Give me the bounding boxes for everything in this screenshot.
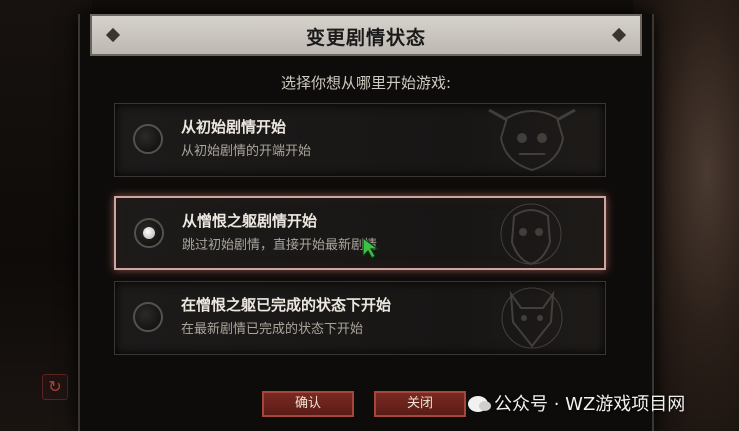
confirm-button[interactable]: 确认	[262, 391, 354, 417]
radio-dot	[143, 227, 155, 239]
watermark-text: 公众号 · WZ游戏项目网	[494, 394, 686, 415]
option-description: 从初始剧情的开端开始	[181, 144, 312, 159]
radio-button[interactable]	[133, 124, 163, 154]
refresh-icon[interactable]: ↻	[42, 374, 68, 400]
option-description: 在最新剧情已完成的状态下开始	[181, 322, 364, 337]
option-title: 在憎恨之躯已完成的状态下开始	[181, 296, 392, 314]
radio-button-selected[interactable]	[134, 218, 164, 248]
wolf-head-icon	[501, 287, 563, 349]
option-title: 从初始剧情开始	[181, 118, 287, 136]
option-hatred-story[interactable]: 从憎恨之躯剧情开始 跳过初始剧情，直接开始最新剧情	[114, 196, 606, 270]
option-hatred-completed[interactable]: 在憎恨之躯已完成的状态下开始 在最新剧情已完成的状态下开始	[114, 281, 606, 355]
demon-skull-icon	[488, 108, 576, 172]
option-initial-story[interactable]: 从初始剧情开始 从初始剧情的开端开始	[114, 103, 606, 177]
option-title: 从憎恨之躯剧情开始	[182, 212, 318, 230]
dialog-title: 变更剧情状态	[305, 27, 426, 49]
close-button[interactable]: 关闭	[374, 391, 466, 417]
dialog-titlebar: 变更剧情状态	[90, 14, 642, 56]
horned-mask-icon	[500, 203, 562, 266]
wechat-icon	[468, 396, 491, 412]
radio-button[interactable]	[133, 302, 163, 332]
mouse-cursor-icon	[362, 237, 380, 259]
dialog-prompt: 选择你想从哪里开始游戏:	[280, 74, 452, 92]
story-state-dialog: 变更剧情状态 选择你想从哪里开始游戏: 从初始剧情开始 从初始剧情的开端开始 从…	[78, 14, 654, 431]
watermark: 公众号 · WZ游戏项目网	[468, 390, 686, 415]
option-description: 跳过初始剧情，直接开始最新剧情	[182, 238, 378, 253]
